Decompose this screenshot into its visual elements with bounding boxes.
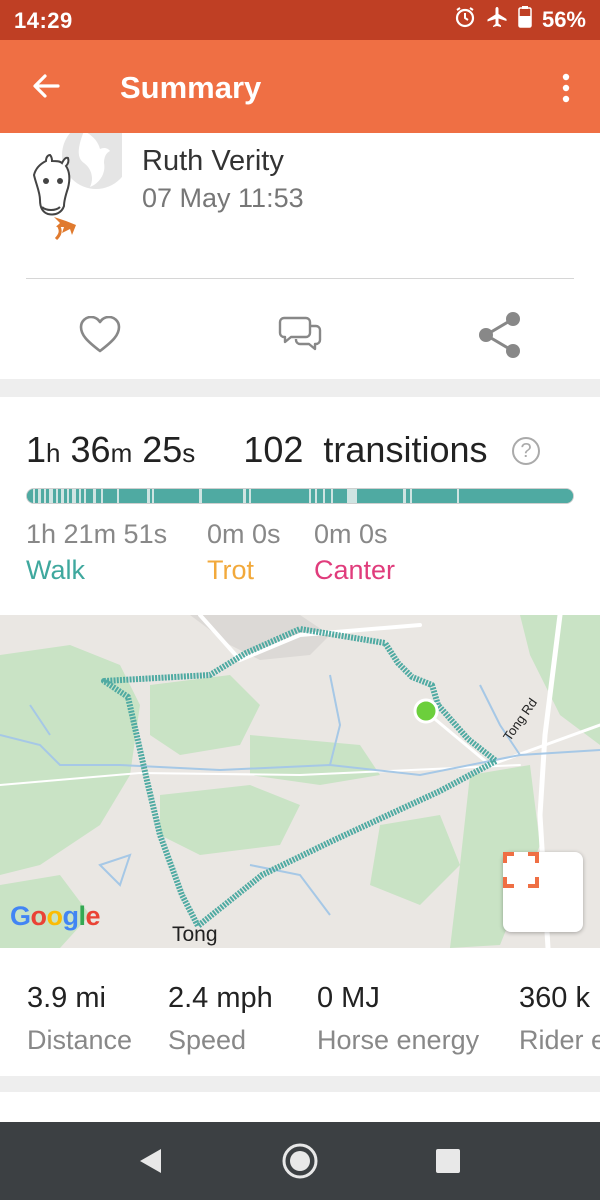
stat-distance-value: 3.9 mi	[27, 982, 106, 1014]
share-icon[interactable]	[470, 305, 530, 365]
nav-back-icon[interactable]	[130, 1141, 170, 1181]
duration-minutes: 36	[70, 429, 111, 470]
gait-timeline-bar	[26, 488, 574, 504]
divider	[26, 278, 574, 279]
hours-unit: h	[46, 438, 61, 468]
fullscreen-button[interactable]	[503, 852, 583, 932]
stat-speed-label: Speed	[168, 1025, 247, 1055]
stat-rider-energy-label: Rider e	[519, 1025, 600, 1055]
activity-date: 07 May 11:53	[142, 183, 304, 213]
stat-rider-energy: 360 k Rider e	[519, 982, 600, 1056]
fullscreen-icon	[503, 852, 539, 888]
stat-rider-energy-value: 360 k	[519, 982, 590, 1014]
place-label-tong: Tong	[172, 923, 218, 946]
stat-horse-energy: 0 MJ Horse energy	[317, 982, 479, 1056]
transitions-count: 102	[243, 429, 304, 470]
google-logo: Google	[10, 901, 101, 931]
gait-walk-value: 1h 21m 51s	[26, 519, 168, 549]
status-time: 14:29	[14, 8, 73, 33]
gait-canter-label: Canter	[314, 555, 396, 585]
heart-icon[interactable]	[70, 305, 130, 365]
page-title: Summary	[120, 70, 262, 105]
activity-header-card: Ruth Verity 07 May 11:53	[0, 121, 600, 379]
app-bar: Summary	[0, 40, 600, 133]
transitions-label: transitions	[323, 429, 488, 470]
nav-home-icon[interactable]	[280, 1141, 320, 1181]
duration-hours: 1	[26, 429, 47, 470]
rider-name[interactable]: Ruth Verity	[142, 145, 284, 178]
stat-horse-energy-value: 0 MJ	[317, 982, 380, 1014]
next-card	[0, 1092, 600, 1122]
alarm-icon	[454, 6, 476, 33]
battery-percentage: 56%	[541, 6, 586, 32]
more-vertical-icon[interactable]	[554, 70, 578, 106]
gait-canter-value: 0m 0s	[314, 519, 388, 549]
system-nav-bar	[0, 1122, 600, 1200]
avatar[interactable]	[22, 121, 130, 243]
stats-card: 3.9 mi Distance 2.4 mph Speed 0 MJ Horse…	[0, 948, 600, 1076]
gait-walk: 1h 21m 51s Walk	[26, 519, 167, 586]
duration-and-transitions: 1h 36m 25s 102 transitions	[26, 429, 488, 471]
seconds-unit: s	[182, 438, 196, 468]
arrow-left-icon[interactable]	[28, 68, 64, 104]
gait-trot-label: Trot	[207, 555, 254, 585]
gait-trot: 0m 0s Trot	[207, 519, 281, 586]
help-icon[interactable]: ?	[512, 437, 540, 465]
airplane-icon	[486, 6, 508, 33]
start-marker	[413, 698, 439, 724]
route-map[interactable]: Tong Tong Rd Google	[0, 615, 600, 948]
gait-walk-label: Walk	[26, 555, 85, 585]
nav-recents-icon[interactable]	[428, 1141, 468, 1181]
gait-summary-card: 1h 36m 25s 102 transitions ? 1h 21m 51s …	[0, 397, 600, 615]
battery-icon	[518, 6, 532, 33]
stat-speed-value: 2.4 mph	[168, 982, 273, 1014]
status-bar: 14:29 56%	[0, 0, 600, 40]
stat-distance: 3.9 mi Distance	[27, 982, 132, 1056]
minutes-unit: m	[110, 438, 133, 468]
duration-seconds: 25	[142, 429, 183, 470]
gait-trot-value: 0m 0s	[207, 519, 281, 549]
stat-distance-label: Distance	[27, 1025, 133, 1055]
stat-speed: 2.4 mph Speed	[168, 982, 273, 1056]
comment-icon[interactable]	[270, 305, 330, 365]
gait-canter: 0m 0s Canter	[314, 519, 395, 586]
stat-horse-energy-label: Horse energy	[317, 1025, 480, 1055]
